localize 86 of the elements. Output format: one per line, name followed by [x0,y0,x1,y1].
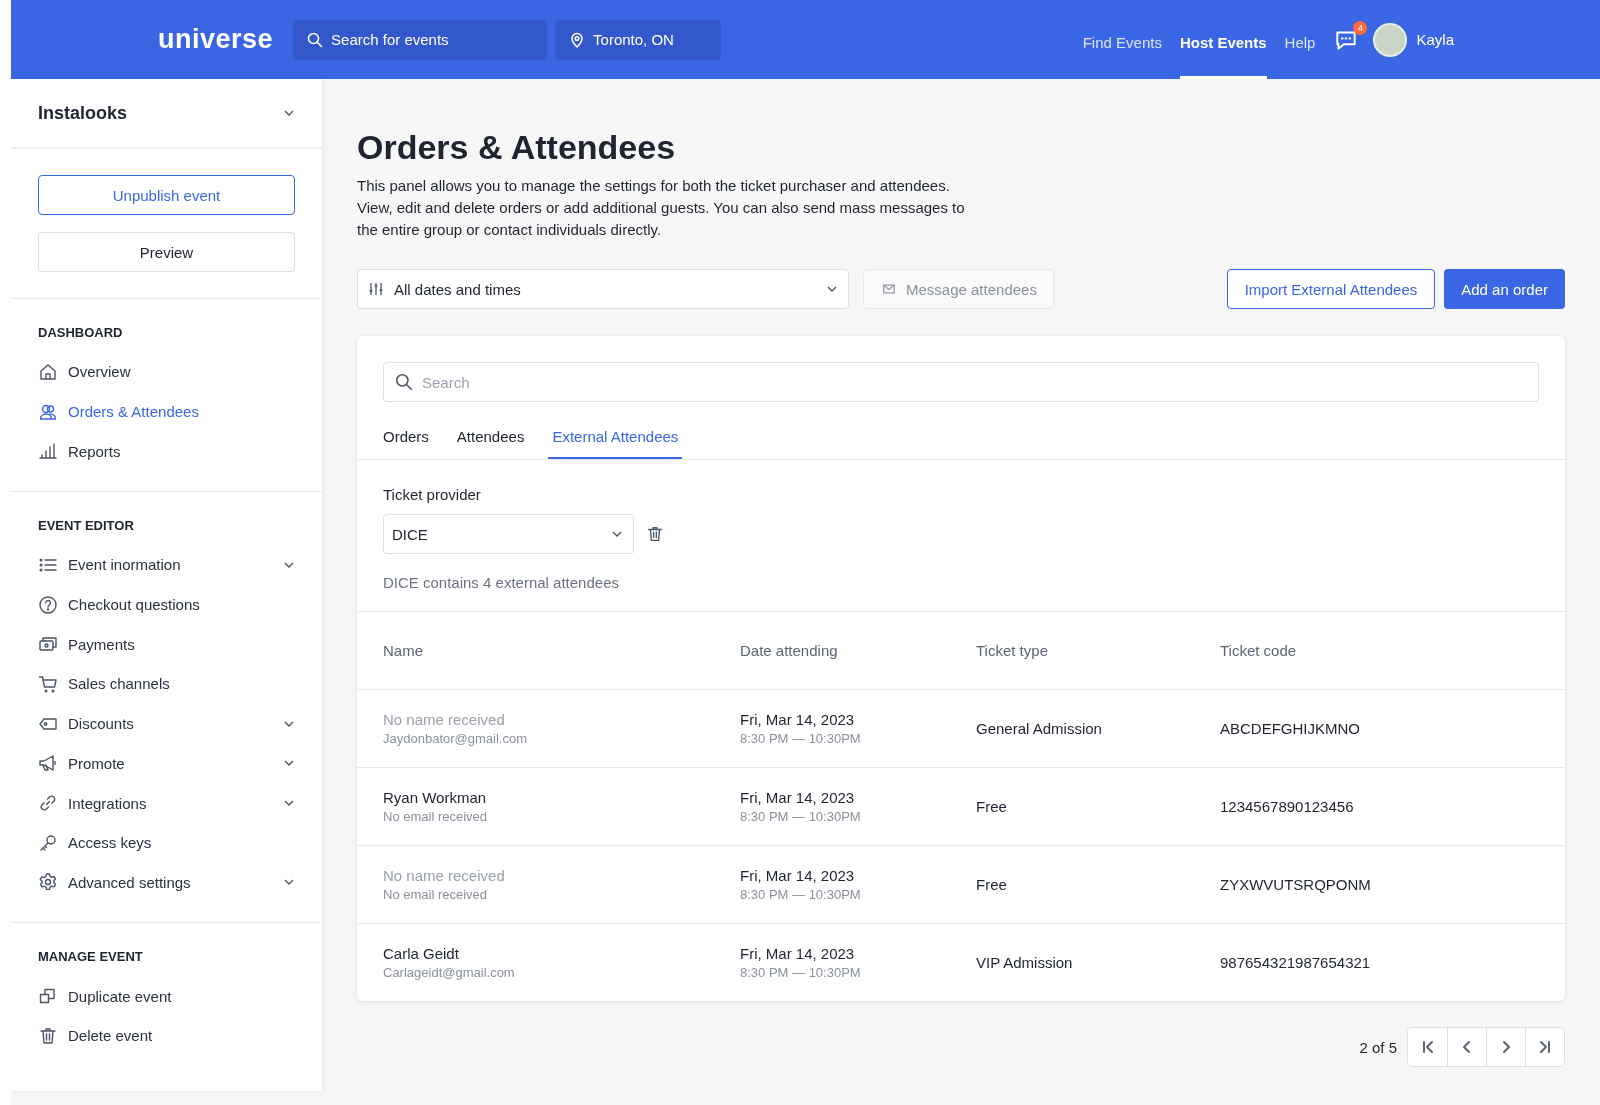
event-name[interactable]: Instalooks [38,102,128,124]
sidebar-item[interactable]: Integrations [68,794,147,812]
sidebar-item[interactable]: Access keys [68,834,152,852]
ticket-code: ZYXWVUTSRQPONM [1220,876,1372,893]
search-icon [307,31,324,48]
sidebar-item[interactable]: Payments [68,635,135,653]
attending-time: 8:30 PM — 10:30PM [740,731,861,746]
cart-icon [38,673,58,694]
import-button[interactable]: Import External Attendees [1226,269,1436,309]
column-header: Date attending [740,642,839,659]
location-pin-icon [569,31,586,48]
sidebar-item[interactable]: Reports [68,442,121,460]
attending-date: Fri, Mar 14, 2023 [740,867,855,884]
ticket-code: 987654321987654321 [1220,954,1372,971]
column-header: Ticket code [1220,642,1298,659]
search-field[interactable]: Search for events [293,19,548,60]
sidebar-item[interactable]: Duplicate event [68,987,172,1005]
tab[interactable]: Attendees [452,421,529,459]
ticket-type: Free [976,798,1008,815]
add-order-button[interactable]: Add an order [1444,269,1565,309]
tab[interactable]: Orders [379,421,433,459]
sidebar-item[interactable]: Overview [68,363,131,381]
sidebar-item[interactable]: Delete event [68,1027,153,1045]
attendee-email: Jaydonbator@gmail.com [383,731,527,746]
envelope-icon [882,282,896,296]
attending-date: Fri, Mar 14, 2023 [740,945,855,962]
last-page-button[interactable] [1525,1028,1564,1066]
sidebar-item[interactable]: Sales channels [68,675,170,693]
logo[interactable]: universe [158,24,274,55]
attendee-name: Carla Geidt [383,945,459,962]
attendee-name: No name received [383,711,505,728]
trash-icon [38,1025,58,1046]
user-name[interactable]: Kayla [1416,31,1454,48]
search-field[interactable]: Search [383,362,1539,402]
megaphone-icon [38,753,58,774]
attending-date: Fri, Mar 14, 2023 [740,789,855,806]
trash-icon[interactable] [646,525,664,543]
field-label: Ticket provider [383,486,482,503]
sidebar-item[interactable]: Orders & Attendees [68,403,199,421]
ticket-provider-dropdown[interactable]: DICE [383,514,634,554]
page-description: This panel allows you to manage the settings for both the ticket purchaser and attendees. View, edit and delete orders or add additional guests. You can also send mass messages to the entire group or contact individuals directly. [357,176,966,240]
ticket-type: VIP Admission [976,954,1074,971]
column-header: Name [383,642,424,659]
section-heading: MANAGE EVENT [38,949,144,965]
attendee-email: No email received [383,809,488,824]
link-icon [38,793,58,814]
attending-time: 8:30 PM — 10:30PM [740,887,861,902]
column-header: Ticket type [976,642,1049,659]
notification-badge: 4 [1353,20,1368,35]
attendee-name: Ryan Workman [383,789,487,806]
ticket-code: 1234567890123456 [1220,798,1355,815]
nav-link[interactable]: Find Events [1082,0,1162,79]
page-title: Orders & Attendees [357,127,677,167]
attending-time: 8:30 PM — 10:30PM [740,809,861,824]
unpublish-button[interactable]: Unpublish event [38,175,295,215]
sidebar-item[interactable]: Advanced settings [68,873,191,891]
key-icon [38,832,58,853]
attendee-email: No email received [383,887,488,902]
sidebar-item[interactable]: Checkout questions [68,596,200,614]
sidebar-item[interactable]: Event inormation [68,556,181,574]
section-heading: EVENT EDITOR [38,518,135,534]
provider-note: DICE contains 4 external attendees [383,574,620,591]
ticket-type: Free [976,876,1008,893]
search-icon [395,373,413,391]
page-indicator: 2 of 5 [1359,1038,1397,1056]
question-icon [38,594,58,615]
sliders-icon [368,281,384,297]
attending-time: 8:30 PM — 10:30PM [740,965,861,980]
date-filter-dropdown[interactable]: All dates and times [357,269,849,309]
home-icon [38,361,58,382]
ticket-code: ABCDEFGHIJKMNO [1220,720,1361,737]
preview-button[interactable]: Preview [38,232,295,272]
sidebar-item[interactable]: Promote [68,754,125,772]
location-field[interactable]: Toronto, ON [555,19,722,60]
attending-date: Fri, Mar 14, 2023 [740,711,855,728]
section-heading: DASHBOARD [38,325,124,340]
avatar[interactable] [1373,22,1408,57]
tab[interactable]: External Attendees [548,421,683,459]
skip-end-icon [1537,1039,1553,1055]
sidebar-item[interactable]: Discounts [68,715,134,733]
bar-chart-icon [38,441,58,462]
ticket-type: General Admission [976,720,1103,737]
attendee-name: No name received [383,867,505,884]
gear-icon [38,872,58,893]
attendee-email: Carlageidt@gmail.com [383,965,515,980]
nav-link[interactable]: Help [1284,0,1316,79]
